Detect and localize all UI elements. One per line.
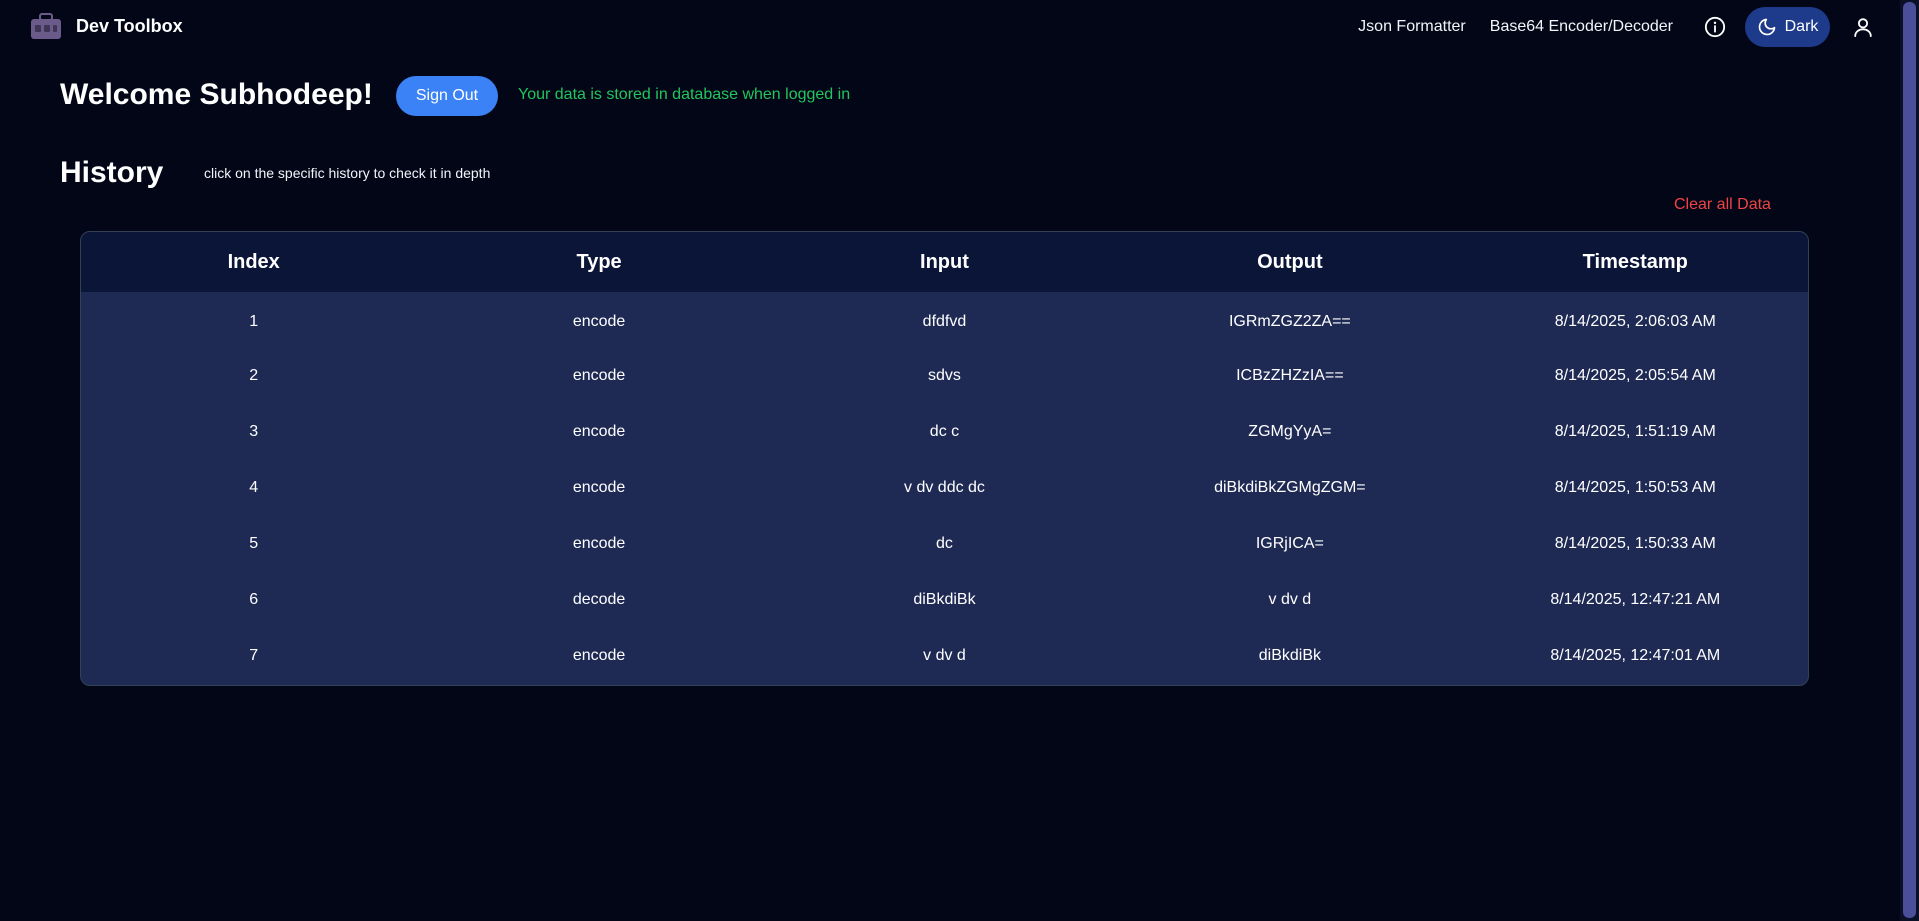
scrollbar-thumb[interactable] xyxy=(1903,2,1916,918)
column-header-type: Type xyxy=(576,250,622,273)
info-button[interactable] xyxy=(1695,7,1735,47)
cell-type: decode xyxy=(572,591,626,608)
cell-timestamp: 8/14/2025, 1:51:19 AM xyxy=(1554,423,1716,440)
column-header-input: Input xyxy=(920,250,969,273)
cell-input: dc c xyxy=(929,423,960,440)
user-icon xyxy=(1854,18,1872,38)
cell-timestamp: 8/14/2025, 1:50:53 AM xyxy=(1554,479,1716,496)
cell-output: ICBzZHZzIA== xyxy=(1236,367,1344,384)
cell-input: dfdfvd xyxy=(922,312,967,330)
cell-input: dc xyxy=(936,535,953,552)
cell-output: v dv d xyxy=(1268,591,1312,608)
cell-input: v dv ddc dc xyxy=(904,479,985,496)
cell-output: IGRjICA= xyxy=(1255,535,1324,552)
column-header-index: Index xyxy=(227,250,280,273)
welcome-heading: Welcome Subhodeep! xyxy=(60,78,373,111)
cell-index: 1 xyxy=(249,312,259,330)
cell-timestamp: 8/14/2025, 12:47:01 AM xyxy=(1550,647,1721,664)
table-row[interactable]: 4 encode v dv ddc dc diBkdiBkZGMgZGM= 8/… xyxy=(81,460,1808,516)
brand-name: Dev Toolbox xyxy=(76,15,183,36)
table-row[interactable]: 6 decode diBkdiBk v dv d 8/14/2025, 12:4… xyxy=(81,572,1808,628)
toolbox-icon xyxy=(31,13,61,39)
theme-label: Dark xyxy=(1784,18,1819,35)
cell-type: encode xyxy=(572,647,626,664)
user-button[interactable] xyxy=(1844,7,1882,47)
table-row[interactable]: 1 encode dfdfvd IGRmZGZ2ZA== 8/14/2025, … xyxy=(81,292,1808,348)
cell-type: encode xyxy=(572,423,626,440)
table-row[interactable]: 3 encode dc c ZGMgYyA= 8/14/2025, 1:51:1… xyxy=(81,404,1808,460)
cell-type: encode xyxy=(572,312,626,330)
cell-timestamp: 8/14/2025, 2:06:03 AM xyxy=(1554,312,1716,330)
table-row[interactable]: 7 encode v dv d diBkdiBk 8/14/2025, 12:4… xyxy=(81,628,1808,684)
page-scrollbar[interactable] xyxy=(1900,0,1919,921)
cell-type: encode xyxy=(572,479,626,496)
moon-icon xyxy=(1758,18,1775,36)
cell-index: 3 xyxy=(249,423,259,440)
table-row[interactable]: 2 encode sdvs ICBzZHZzIA== 8/14/2025, 2:… xyxy=(81,348,1808,404)
sign-out-button[interactable]: Sign Out xyxy=(396,76,498,116)
cell-output: ZGMgYyA= xyxy=(1248,423,1332,440)
clear-all-data-button[interactable]: Clear all Data xyxy=(1674,196,1771,214)
cell-type: encode xyxy=(572,535,626,552)
history-table: Index Type Input Output Timestamp 1 enco… xyxy=(80,231,1809,686)
column-header-output: Output xyxy=(1257,250,1323,273)
cell-input: sdvs xyxy=(928,367,961,384)
theme-toggle-button[interactable]: Dark xyxy=(1745,7,1830,47)
cell-output: IGRmZGZ2ZA== xyxy=(1228,312,1351,330)
nav-link-json-formatter[interactable]: Json Formatter xyxy=(1358,18,1466,36)
table-row[interactable]: 5 encode dc IGRjICA= 8/14/2025, 1:50:33 … xyxy=(81,516,1808,572)
cell-timestamp: 8/14/2025, 12:47:21 AM xyxy=(1550,591,1721,608)
brand[interactable]: Dev Toolbox xyxy=(30,12,183,40)
top-nav: Dev Toolbox Json Formatter Base64 Encode… xyxy=(0,0,1900,54)
cell-output: diBkdiBkZGMgZGM= xyxy=(1214,479,1366,496)
table-header-row: Index Type Input Output Timestamp xyxy=(81,232,1808,292)
cell-output: diBkdiBk xyxy=(1258,647,1321,664)
storage-notice: Your data is stored in database when log… xyxy=(518,86,851,103)
cell-index: 2 xyxy=(249,367,259,384)
cell-index: 7 xyxy=(249,647,259,664)
cell-index: 5 xyxy=(249,535,259,552)
cell-index: 6 xyxy=(249,591,259,608)
nav-actions: Json Formatter Base64 Encoder/Decoder Da… xyxy=(1358,7,1882,47)
cell-timestamp: 8/14/2025, 2:05:54 AM xyxy=(1554,367,1716,384)
history-heading: History xyxy=(60,156,164,189)
cell-timestamp: 8/14/2025, 1:50:33 AM xyxy=(1554,535,1716,552)
cell-type: encode xyxy=(572,367,626,384)
cell-input: diBkdiBk xyxy=(913,591,976,608)
info-icon xyxy=(1704,16,1726,38)
column-header-timestamp: Timestamp xyxy=(1582,250,1688,273)
cell-index: 4 xyxy=(249,479,259,496)
nav-link-base64[interactable]: Base64 Encoder/Decoder xyxy=(1490,18,1673,36)
cell-input: v dv d xyxy=(923,647,966,664)
history-hint: click on the specific history to check i… xyxy=(204,165,491,181)
